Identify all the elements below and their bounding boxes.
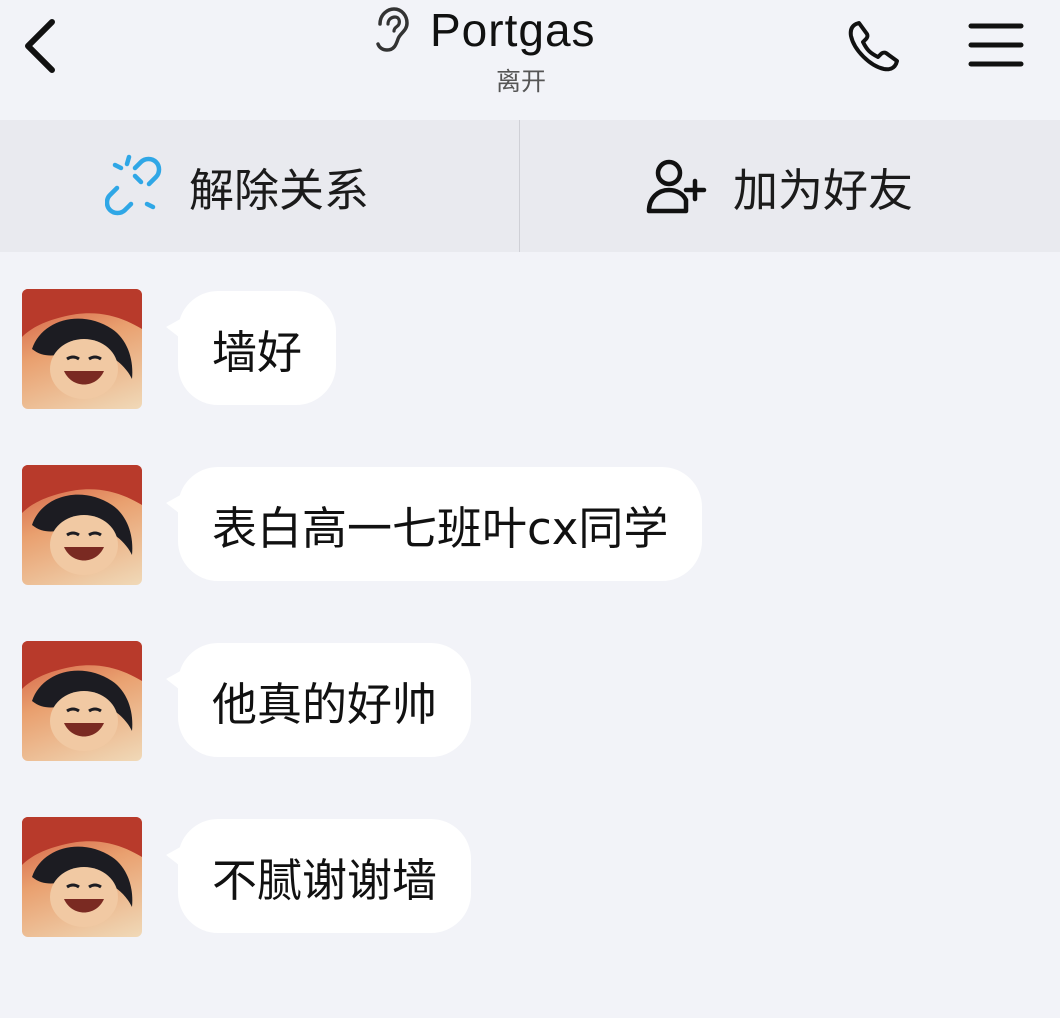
menu-button[interactable]: [966, 18, 1026, 72]
message-row: 表白高一七班叶cx同学: [22, 465, 1022, 585]
avatar[interactable]: [22, 641, 142, 761]
ear-icon: [376, 7, 409, 52]
phone-icon: [848, 21, 899, 72]
avatar[interactable]: [22, 817, 142, 937]
avatar[interactable]: [22, 465, 142, 585]
message-bubble[interactable]: 不腻谢谢墙: [165, 819, 472, 933]
chat-title: Portgas: [430, 4, 596, 56]
relationship-action-bar: 解除关系 加为好友: [0, 120, 1060, 252]
message-bubble[interactable]: 他真的好帅: [165, 643, 472, 757]
avatar[interactable]: [22, 289, 142, 409]
avatar-image: [22, 465, 142, 575]
call-button[interactable]: [844, 16, 904, 76]
action-divider: [519, 120, 520, 252]
add-friend-label: 加为好友: [733, 163, 914, 217]
avatar-image: [22, 817, 142, 927]
title-row: Portgas: [370, 2, 596, 58]
menu-icon: [968, 23, 1024, 67]
chat-header: Portgas 离开: [0, 0, 1060, 118]
avatar-image: [22, 641, 142, 751]
message-row: 他真的好帅: [22, 641, 1022, 761]
message-bubble[interactable]: 墙好: [165, 291, 337, 405]
add-user-icon: [646, 159, 707, 214]
unlink-button[interactable]: 解除关系: [105, 120, 369, 252]
message-bubble[interactable]: 表白高一七班叶cx同学: [165, 467, 703, 581]
unlink-icon: [105, 154, 162, 216]
message-row: 墙好: [22, 289, 1022, 409]
unlink-label: 解除关系: [189, 163, 370, 217]
add-friend-button[interactable]: 加为好友: [645, 120, 913, 252]
avatar-image: [22, 289, 142, 399]
message-row: 不腻谢谢墙: [22, 817, 1022, 937]
